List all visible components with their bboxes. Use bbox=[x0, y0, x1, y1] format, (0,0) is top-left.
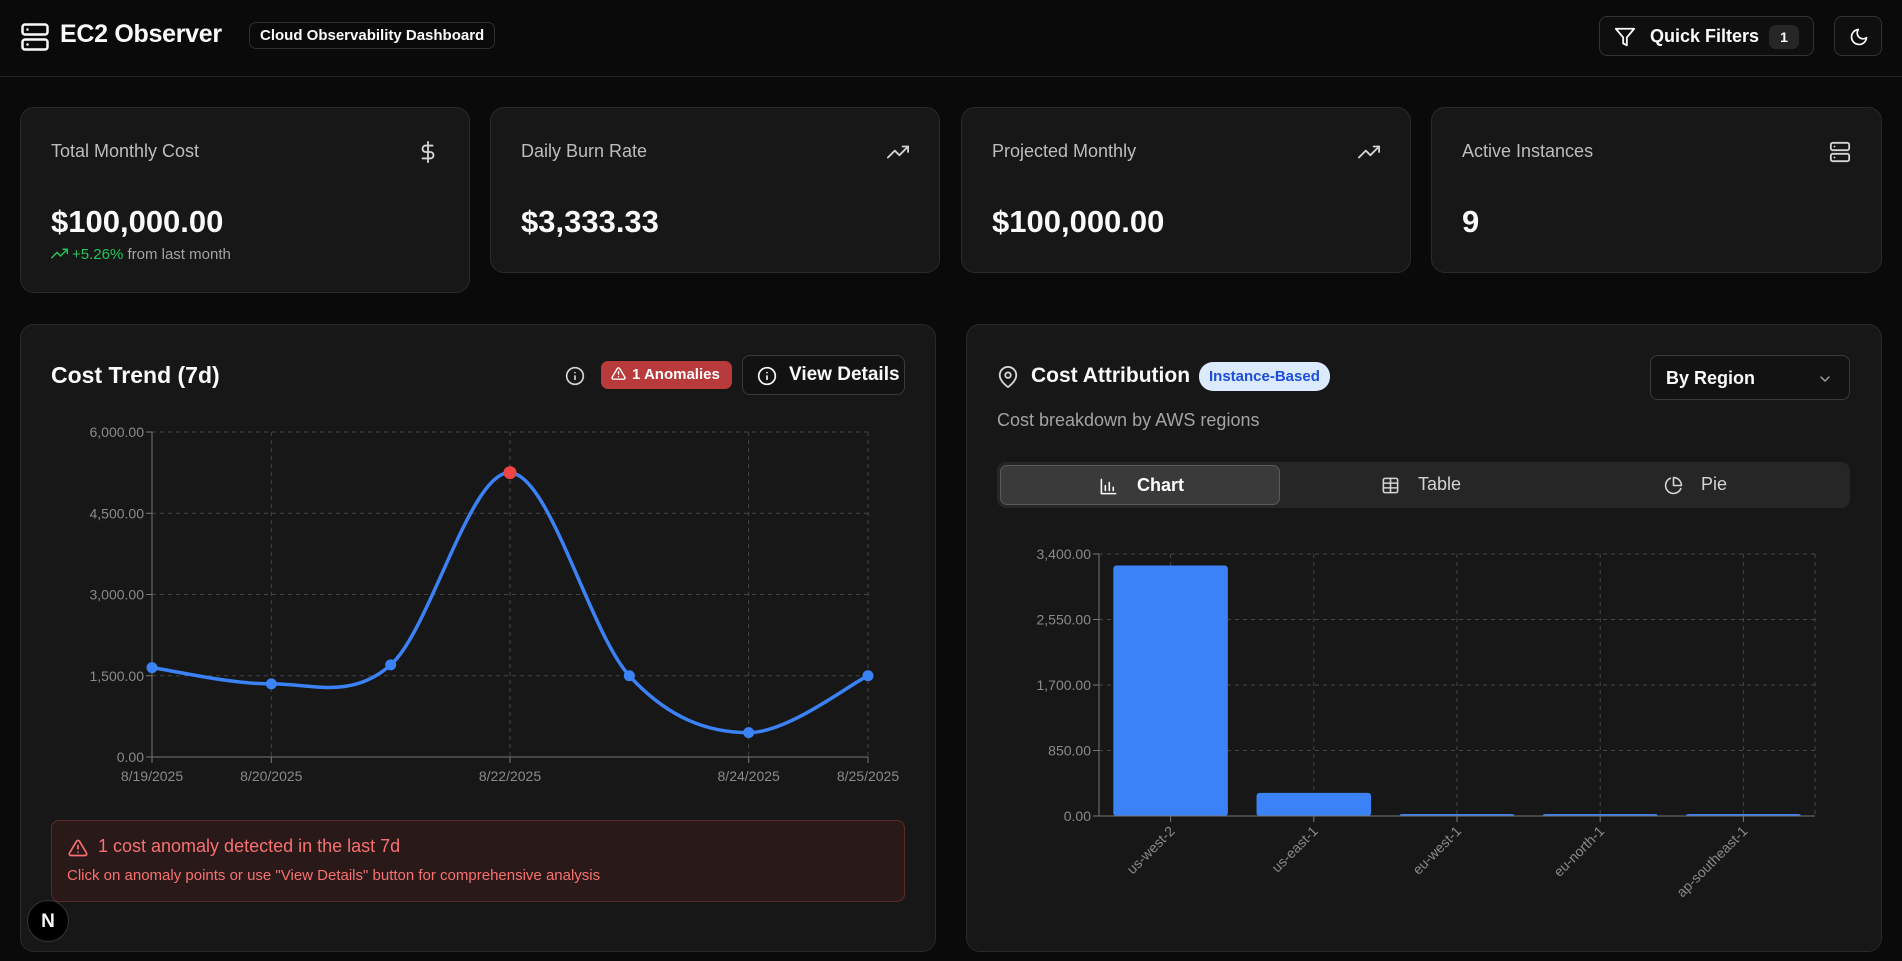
alert-triangle-icon bbox=[68, 839, 88, 857]
x-tick-label: 8/24/2025 bbox=[718, 768, 780, 784]
subtitle-badge: Cloud Observability Dashboard bbox=[249, 22, 496, 49]
bar-us-west-2 bbox=[1113, 565, 1228, 816]
quick-filters-count: 1 bbox=[1769, 25, 1799, 49]
x-tick-label: eu-west-1 bbox=[1409, 823, 1464, 878]
data-point bbox=[146, 662, 158, 674]
filter-icon bbox=[1614, 27, 1636, 47]
x-tick-label: 8/22/2025 bbox=[479, 768, 541, 784]
stat-value: $100,000.00 bbox=[992, 204, 1165, 239]
anomaly-alert: 1 cost anomaly detected in the last 7d C… bbox=[51, 820, 905, 902]
stat-card-total-monthly-cost: Total Monthly Cost $100,000.00 +5.26% fr… bbox=[20, 107, 470, 293]
quick-filters-label: Quick Filters bbox=[1650, 26, 1760, 46]
top-bar: EC2 Observer Cloud Observability Dashboa… bbox=[0, 0, 1902, 77]
bar-us-east-1 bbox=[1256, 792, 1372, 816]
stat-card-projected-monthly: Projected Monthly $100,000.00 bbox=[961, 107, 1411, 273]
anomaly-alert-subtitle: Click on anomaly points or use "View Det… bbox=[67, 867, 601, 884]
y-tick-label: 2,550.00 bbox=[1037, 612, 1092, 628]
x-tick-label: ap-southeast-1 bbox=[1673, 823, 1751, 901]
x-tick-label: eu-north-1 bbox=[1550, 823, 1607, 880]
trending-up-icon bbox=[1358, 145, 1380, 159]
nextjs-badge[interactable]: N bbox=[27, 900, 69, 942]
data-point bbox=[623, 670, 635, 682]
y-tick-label: 6,000.00 bbox=[90, 424, 145, 440]
anomaly-alert-title: 1 cost anomaly detected in the last 7d bbox=[98, 836, 401, 856]
x-tick-label: 8/20/2025 bbox=[240, 768, 302, 784]
stat-value: 9 bbox=[1462, 204, 1480, 239]
stat-value: $3,333.33 bbox=[521, 204, 659, 239]
server-icon bbox=[21, 23, 49, 51]
nextjs-logo-letter: N bbox=[41, 911, 55, 932]
data-point bbox=[385, 659, 397, 671]
stat-card-daily-burn-rate: Daily Burn Rate $3,333.33 bbox=[490, 107, 940, 273]
cost-trend-panel: Cost Trend (7d) 1 Anomalies View Details… bbox=[20, 324, 936, 952]
x-tick-label: us-east-1 bbox=[1268, 823, 1321, 876]
y-tick-label: 3,000.00 bbox=[90, 587, 145, 603]
data-point bbox=[862, 670, 874, 682]
stat-change: +5.26% from last month bbox=[51, 245, 231, 263]
moon-icon bbox=[1850, 28, 1868, 46]
stat-change-percent: +5.26% bbox=[72, 246, 124, 263]
cost-attribution-panel: Cost Attribution Instance-Based Cost bre… bbox=[966, 324, 1882, 952]
stat-label: Active Instances bbox=[1462, 141, 1594, 161]
stat-label: Daily Burn Rate bbox=[521, 141, 648, 161]
theme-toggle-button[interactable] bbox=[1834, 16, 1882, 56]
data-point bbox=[265, 678, 277, 690]
cost-trend-chart[interactable]: 0.00 1,500.00 3,000.00 4,500.00 6,000.00 8/19… bbox=[21, 325, 935, 805]
y-tick-label: 4,500.00 bbox=[90, 505, 145, 521]
y-tick-label: 1,700.00 bbox=[1037, 677, 1092, 693]
quick-filters-button[interactable]: Quick Filters 1 bbox=[1599, 16, 1814, 56]
y-tick-label: 0.00 bbox=[1064, 808, 1091, 824]
y-tick-label: 3,400.00 bbox=[1037, 546, 1092, 562]
server-icon bbox=[1829, 141, 1851, 163]
stat-label: Total Monthly Cost bbox=[51, 141, 200, 161]
y-tick-label: 0.00 bbox=[117, 749, 144, 765]
y-tick-label: 850.00 bbox=[1048, 743, 1091, 759]
cost-attribution-chart[interactable]: 0.00 850.00 1,700.00 2,550.00 3,400.00 us-wes… bbox=[967, 325, 1881, 951]
stat-label: Projected Monthly bbox=[992, 141, 1137, 161]
stat-change-suffix: from last month bbox=[127, 246, 231, 263]
x-tick-label: us-west-2 bbox=[1123, 823, 1177, 877]
data-point bbox=[743, 727, 755, 739]
stat-value: $100,000.00 bbox=[51, 204, 224, 239]
y-tick-label: 1,500.00 bbox=[90, 668, 145, 684]
x-tick-label: 8/25/2025 bbox=[837, 768, 899, 784]
app-title: EC2 Observer bbox=[60, 20, 222, 48]
anomaly-point bbox=[503, 466, 517, 480]
trending-up-icon bbox=[887, 145, 909, 159]
stat-card-active-instances: Active Instances 9 bbox=[1431, 107, 1882, 273]
trending-up-icon bbox=[51, 248, 68, 259]
dollar-icon bbox=[421, 141, 435, 163]
x-tick-label: 8/19/2025 bbox=[121, 768, 183, 784]
